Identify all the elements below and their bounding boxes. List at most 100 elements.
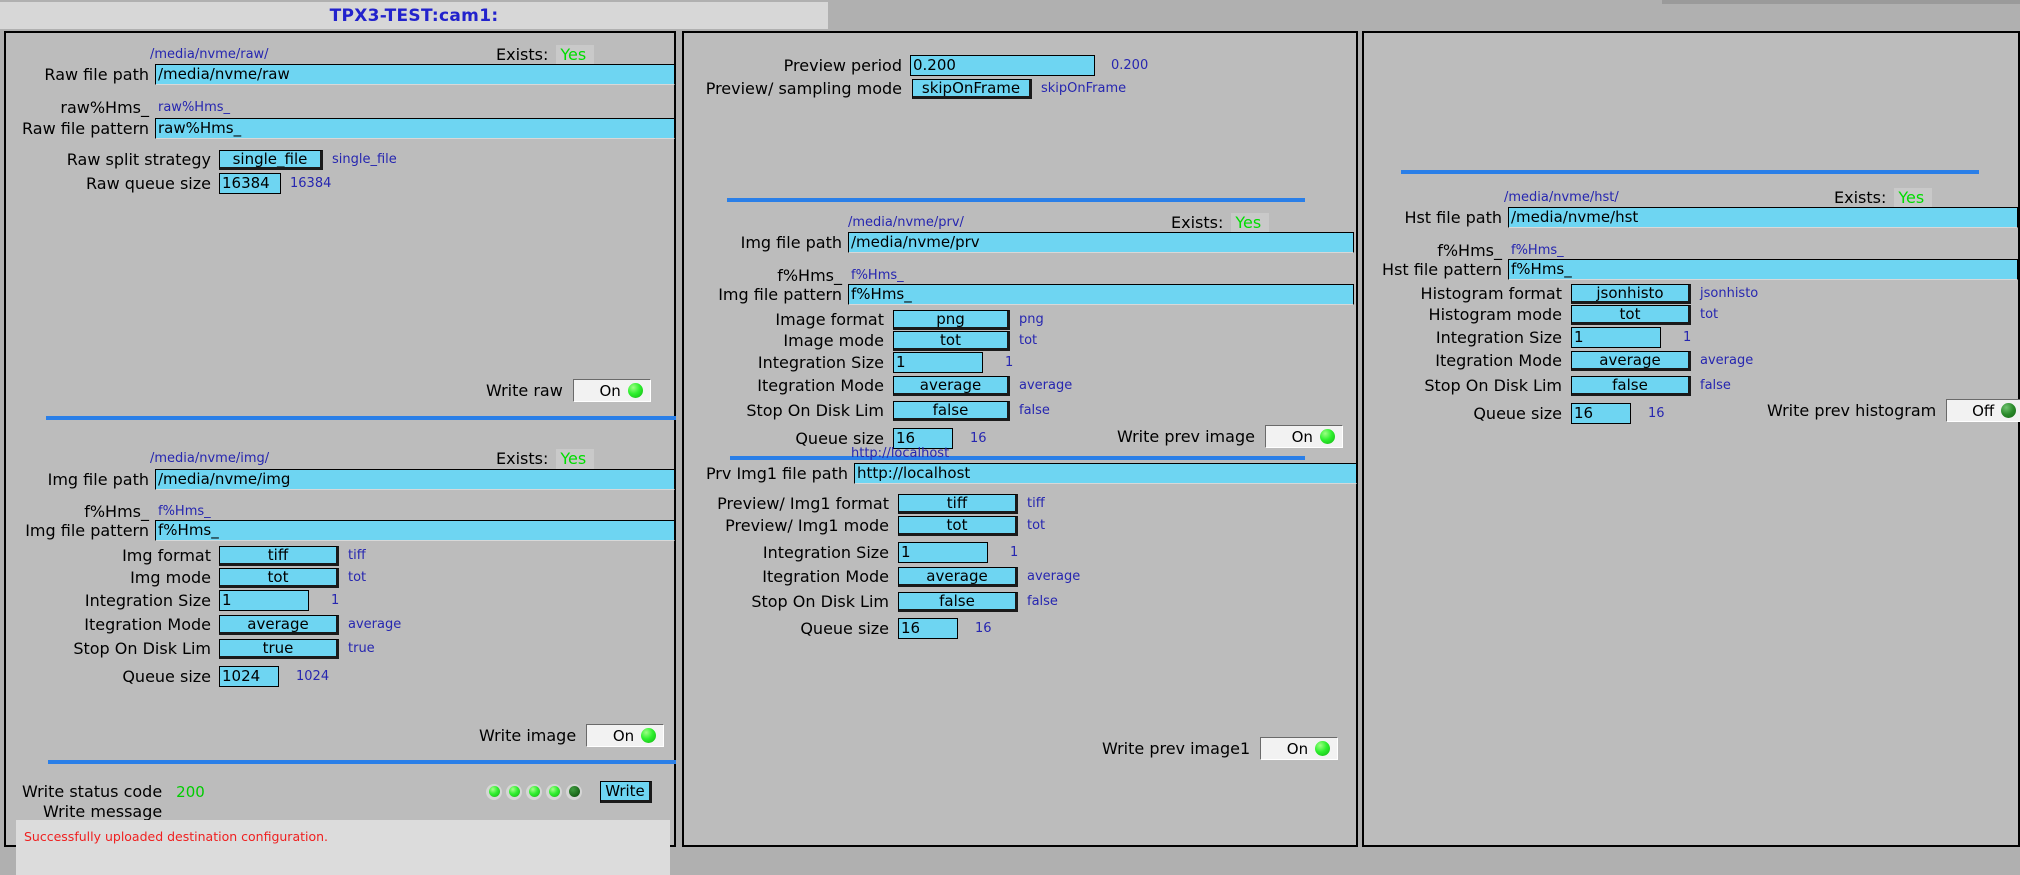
write-image-toggle[interactable]: On [586,724,665,747]
write-message-box[interactable]: Successfully uploaded destination config… [16,820,670,875]
hst-top-divider [1401,170,1979,174]
hst-integration-size-echo: 1 [1683,330,1692,345]
write-raw-toggle[interactable]: On [572,379,651,402]
hst-mode-row: Histogram mode tot tot [1370,304,1718,325]
hst-mode-echo: tot [1700,307,1719,322]
prv-image-format-select[interactable]: png [893,309,1010,330]
img-integration-size-input[interactable]: 1 [219,590,309,611]
prv-img1-mode-select[interactable]: tot [898,515,1018,536]
write-prev-image1-toggle[interactable]: On [1260,737,1339,760]
write-prev-image1-state: On [1286,739,1309,758]
prv-image-format-echo: png [1019,312,1044,327]
prv-img1-stop-on-disk-select[interactable]: false [898,591,1018,612]
prv-integration-size-echo: 1 [1005,355,1014,370]
prv-integration-size-input[interactable]: 1 [893,352,983,373]
hst-queue-size-input[interactable]: 16 [1571,403,1631,424]
hst-pattern-hint-label: f%Hms_ [1437,241,1502,260]
write-status-code-value: 200 [176,782,205,801]
img-queue-size-input[interactable]: 1024 [219,666,279,687]
prv-image-mode-label: Image mode [783,331,884,350]
prv-img1-integration-size-input[interactable]: 1 [898,542,988,563]
img-file-path-input[interactable]: /media/nvme/img [155,469,675,490]
write-prev-image-row: Write prev image On [1117,425,1343,448]
img-format-row: Img format tiff tiff [16,545,366,566]
raw-queue-size-echo: 16384 [290,176,332,191]
write-image-label: Write image [479,726,577,745]
img-section-divider [48,760,676,764]
hst-file-pattern-row: Hst file pattern f%Hms_ [1370,259,2020,280]
hst-format-label: Histogram format [1420,284,1562,303]
img-file-pattern-input[interactable]: f%Hms_ [155,520,675,541]
raw-exists-value: Yes [556,44,595,65]
prv-stop-on-disk-label: Stop On Disk Lim [746,401,884,420]
img-integration-size-echo: 1 [331,593,340,608]
hst-exists-label: Exists: [1834,188,1887,207]
prv-img1-stop-on-disk-label: Stop On Disk Lim [751,592,889,611]
img-file-pattern-row: Img file pattern f%Hms_ [16,520,676,541]
window-title-bar: TPX3-TEST:cam1: [0,2,828,29]
preview-period-input[interactable]: 0.200 [910,55,1095,76]
write-button[interactable]: Write [600,780,652,803]
write-prev-histogram-toggle[interactable]: Off [1946,399,2020,422]
prv-img1-format-select[interactable]: tiff [898,493,1018,514]
prv-image-mode-select[interactable]: tot [893,330,1010,351]
prv-integration-mode-select[interactable]: average [893,375,1010,396]
img-exists-group: Exists: Yes [496,448,595,469]
prv-img1-integration-mode-select[interactable]: average [898,566,1018,587]
hst-integration-mode-echo: average [1700,353,1754,368]
img-format-select[interactable]: tiff [219,545,339,566]
img-file-pattern-label: Img file pattern [25,521,149,540]
prv-image-format-label: Image format [775,310,884,329]
prv-img1-format-echo: tiff [1027,496,1045,511]
img-mode-select[interactable]: tot [219,567,339,588]
prv-img1-queue-size-label: Queue size [800,619,889,638]
raw-path-hint: /media/nvme/raw/ [150,47,269,62]
img-integration-mode-row: Itegration Mode average average [16,614,401,635]
write-prev-histogram-label: Write prev histogram [1767,401,1937,420]
hst-exists-group: Exists: Yes [1834,187,1933,208]
img-integration-mode-echo: average [348,617,402,632]
raw-split-strategy-echo: single_file [332,152,397,167]
prv-img1-integration-size-echo: 1 [1010,545,1019,560]
img-integration-mode-select[interactable]: average [219,614,339,635]
hst-integration-mode-select[interactable]: average [1571,350,1691,371]
raw-queue-size-input[interactable]: 16384 [219,173,281,194]
hst-exists-value: Yes [1894,187,1933,208]
prv-file-path-input[interactable]: /media/nvme/prv [848,232,1354,253]
hst-format-select[interactable]: jsonhisto [1571,283,1691,304]
hst-file-path-input[interactable]: /media/nvme/hst [1508,207,2018,228]
status-led-group: Write [486,780,652,803]
prv-img1-file-path-row: Prv Img1 file path http://localhost [690,463,1360,484]
prv-img1-format-label: Preview/ Img1 format [717,494,889,513]
status-led-4-icon [546,783,562,800]
hst-stop-on-disk-select[interactable]: false [1571,375,1691,396]
prv-img1-queue-size-input[interactable]: 16 [898,618,958,639]
write-raw-row: Write raw On [486,379,651,402]
write-prev-image1-led-icon [1315,741,1331,756]
img-stop-on-disk-select[interactable]: true [219,638,339,659]
prv-stop-on-disk-row: Stop On Disk Lim false false [694,400,1050,421]
prv-integration-mode-echo: average [1019,378,1073,393]
raw-section-divider [46,416,676,420]
raw-file-path-input[interactable]: /media/nvme/raw [155,64,675,85]
raw-split-strategy-select[interactable]: single_file [219,149,323,170]
prv-image-mode-row: Image mode tot tot [694,330,1037,351]
preview-top-divider [727,198,1305,202]
raw-file-pattern-input[interactable]: raw%Hms_ [155,118,675,139]
hst-file-pattern-input[interactable]: f%Hms_ [1508,259,2018,280]
hst-mode-select[interactable]: tot [1571,304,1691,325]
prv-file-path-label: Img file path [740,233,842,252]
prv-stop-on-disk-select[interactable]: false [893,400,1010,421]
prv-img1-file-path-input[interactable]: http://localhost [854,463,1357,484]
write-prev-image-toggle[interactable]: On [1264,425,1343,448]
write-message-row: Write message [43,801,162,822]
raw-file-path-label: Raw file path [44,65,149,84]
preview-sampling-mode-select[interactable]: skipOnFrame [912,78,1032,99]
preview-period-label: Preview period [783,56,902,75]
raw-queue-size-row: Raw queue size 16384 16384 [16,173,331,194]
write-status-code-label: Write status code [22,782,163,801]
prv-img1-file-path-label: Prv Img1 file path [705,464,848,483]
hst-integration-size-input[interactable]: 1 [1571,327,1661,348]
prv-file-pattern-input[interactable]: f%Hms_ [848,284,1354,305]
prv-pattern-hint-row: f%Hms_ f%Hms_ [694,265,903,286]
